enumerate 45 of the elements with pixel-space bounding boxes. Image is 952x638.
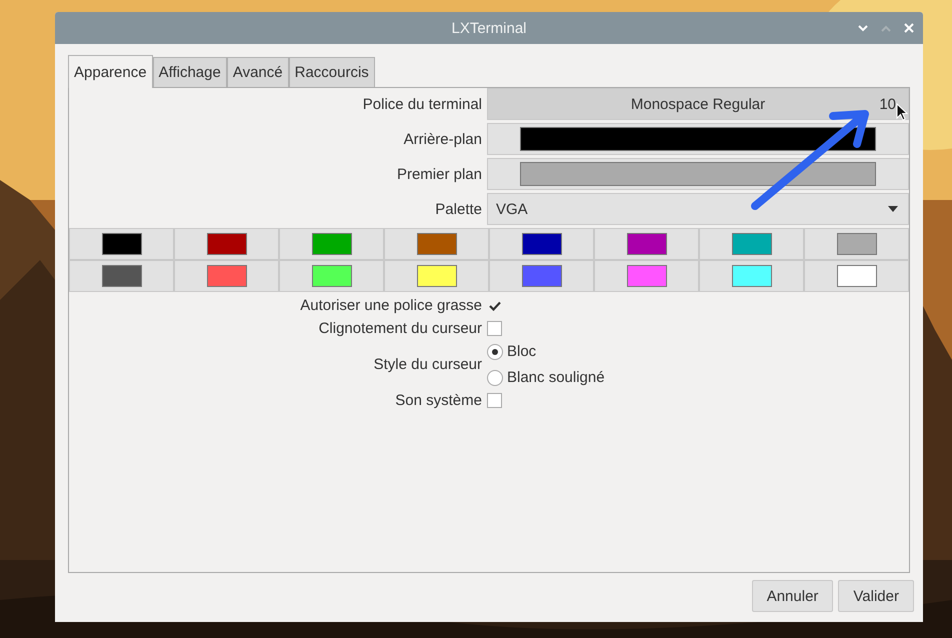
tab[interactable]: Apparence: [68, 55, 153, 88]
palette-color-button[interactable]: [174, 260, 279, 292]
palette-color-button[interactable]: [279, 260, 384, 292]
option-label: Style du curseur: [372, 356, 482, 373]
field-label: Police du terminal: [362, 96, 482, 112]
option-label: Son système: [394, 392, 482, 409]
dropdown-caret-icon: [888, 206, 898, 212]
radio-button[interactable]: [487, 370, 503, 386]
tab[interactable]: Affichage: [152, 57, 227, 87]
dialog-button[interactable]: Annuler: [752, 580, 834, 612]
field-label: Palette: [434, 200, 482, 218]
palette-color-button[interactable]: [699, 228, 804, 260]
checkbox[interactable]: [487, 393, 502, 408]
color-button[interactable]: [487, 123, 909, 155]
palette-color-button[interactable]: [804, 228, 909, 260]
radio-label[interactable]: Blanc souligné: [507, 369, 605, 386]
minimize-icon[interactable]: [858, 24, 868, 32]
close-icon[interactable]: [904, 23, 914, 33]
checkbox[interactable]: [487, 321, 502, 336]
dialog-button[interactable]: Valider: [838, 580, 914, 612]
palette-color-button[interactable]: [489, 260, 594, 292]
mouse-pointer-icon: [896, 103, 908, 121]
field-label: Premier plan: [396, 166, 482, 182]
radio-button[interactable]: [487, 344, 503, 360]
palette-color-button[interactable]: [804, 260, 909, 292]
palette-color-button[interactable]: [174, 228, 279, 260]
option-label: Autoriser une police grasse: [299, 297, 482, 314]
palette-color-button[interactable]: [384, 228, 489, 260]
field-label: Arrière-plan: [402, 130, 482, 148]
option-label: Clignotement du curseur: [318, 320, 482, 337]
palette-dropdown[interactable]: VGA: [487, 193, 909, 225]
palette-color-button[interactable]: [384, 260, 489, 292]
palette-color-button[interactable]: [489, 228, 594, 260]
tab[interactable]: Avancé: [226, 57, 289, 87]
font-button[interactable]: Monospace Regular 10: [487, 88, 909, 120]
radio-label[interactable]: Bloc: [507, 343, 536, 360]
palette-color-button[interactable]: [279, 228, 384, 260]
window-title: LXTerminal: [451, 20, 527, 36]
palette-color-button[interactable]: [69, 228, 174, 260]
tab[interactable]: Raccourcis: [288, 57, 375, 87]
palette-color-button[interactable]: [699, 260, 804, 292]
palette-color-button[interactable]: [594, 260, 699, 292]
palette-color-button[interactable]: [594, 228, 699, 260]
palette-color-button[interactable]: [69, 260, 174, 292]
color-button[interactable]: [487, 158, 909, 190]
